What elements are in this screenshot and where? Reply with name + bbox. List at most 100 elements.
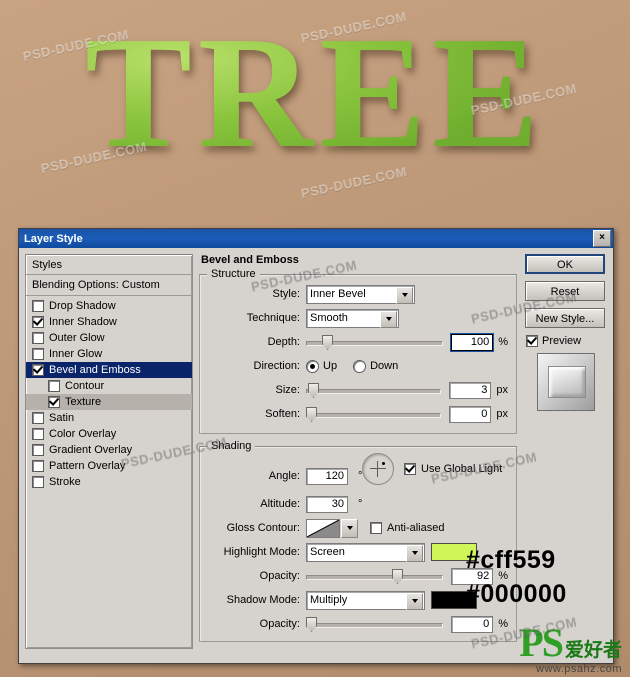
effects-list: Drop Shadow Inner Shadow Outer Glow Inne… — [26, 296, 192, 490]
altitude-input[interactable]: 30 — [306, 495, 348, 513]
preview-checkbox[interactable] — [526, 335, 538, 347]
slider-thumb[interactable] — [322, 335, 333, 350]
angle-dial[interactable] — [362, 453, 394, 485]
effect-stroke[interactable]: Stroke — [26, 474, 192, 490]
slider-track — [306, 575, 444, 580]
ok-button[interactable]: OK — [525, 254, 605, 274]
dialog-buttons: OK Reset New Style... Preview — [525, 254, 607, 411]
slider-thumb[interactable] — [308, 383, 319, 398]
checkbox-icon[interactable] — [32, 332, 44, 344]
dialog-title: Layer Style — [24, 232, 83, 245]
soften-label: Soften: — [265, 408, 300, 420]
depth-slider[interactable] — [306, 335, 444, 350]
direction-down-label: Down — [370, 360, 399, 372]
chevron-down-icon[interactable] — [406, 544, 423, 562]
checkbox-icon[interactable] — [32, 444, 44, 456]
brand-line: PS 爱好者 — [519, 623, 622, 663]
soften-input[interactable]: 0 — [449, 405, 492, 423]
checkbox-icon[interactable] — [48, 380, 60, 392]
checkbox-icon[interactable] — [32, 348, 44, 360]
effect-contour[interactable]: Contour — [26, 378, 192, 394]
effect-outer-glow[interactable]: Outer Glow — [26, 330, 192, 346]
altitude-label: Altitude: — [260, 498, 300, 510]
effect-bevel-and-emboss[interactable]: Bevel and Emboss — [26, 362, 192, 378]
soften-slider[interactable] — [306, 407, 442, 422]
checkbox-icon[interactable] — [32, 316, 44, 328]
shadow-opacity-input[interactable]: 0 — [451, 615, 494, 633]
slider-thumb[interactable] — [392, 569, 403, 584]
highlight-color-code: #cff559 — [466, 546, 556, 574]
effect-label: Drop Shadow — [49, 300, 116, 312]
direction-label: Direction: — [253, 360, 300, 372]
checkbox-icon[interactable] — [32, 364, 44, 376]
use-global-light-label: Use Global Light — [421, 463, 503, 475]
highlight-opacity-row: Opacity: 92 % — [208, 567, 508, 585]
technique-label: Technique: — [246, 312, 300, 324]
effect-color-overlay[interactable]: Color Overlay — [26, 426, 192, 442]
style-select[interactable]: Inner Bevel — [306, 284, 415, 304]
depth-label: Depth: — [267, 336, 300, 348]
checkbox-icon[interactable] — [32, 428, 44, 440]
checkbox-icon[interactable] — [48, 396, 60, 408]
size-input[interactable]: 3 — [449, 381, 492, 399]
effect-texture[interactable]: Texture — [26, 394, 192, 410]
slider-track — [306, 623, 444, 628]
dial-cross-v — [377, 461, 378, 477]
shadow-color-code: #000000 — [466, 579, 567, 608]
effect-label: Bevel and Emboss — [49, 364, 141, 376]
tree-text: TREE — [85, 3, 545, 181]
gloss-contour-picker[interactable] — [306, 518, 358, 538]
effect-label: Texture — [65, 396, 102, 408]
shadow-mode-row: Shadow Mode: Multiply — [208, 590, 508, 610]
contour-thumbnail-icon[interactable] — [306, 518, 340, 538]
new-style-button[interactable]: New Style... — [525, 308, 605, 328]
reset-button[interactable]: Reset — [525, 281, 605, 301]
chevron-down-icon[interactable] — [380, 310, 397, 328]
highlight-opacity-slider[interactable] — [306, 569, 444, 584]
dial-cross-h — [370, 468, 386, 469]
chevron-down-icon[interactable] — [406, 592, 423, 610]
chevron-down-icon[interactable] — [341, 518, 358, 538]
styles-header[interactable]: Styles — [26, 255, 192, 275]
depth-input[interactable]: 100 — [450, 332, 495, 352]
direction-down-radio[interactable] — [353, 359, 367, 373]
shadow-opacity-unit: % — [498, 618, 508, 630]
use-global-light-checkbox[interactable] — [404, 463, 416, 475]
checkbox-icon[interactable] — [32, 460, 44, 472]
soften-unit: px — [496, 408, 508, 420]
checkbox-icon[interactable] — [32, 412, 44, 424]
style-label: Style: — [272, 288, 300, 300]
effect-inner-shadow[interactable]: Inner Shadow — [26, 314, 192, 330]
shadow-opacity-row: Opacity: 0 % — [208, 615, 508, 633]
effect-drop-shadow[interactable]: Drop Shadow — [26, 298, 192, 314]
shadow-mode-select[interactable]: Multiply — [306, 590, 425, 610]
shadow-opacity-slider[interactable] — [306, 617, 444, 632]
effect-label: Pattern Overlay — [49, 460, 126, 472]
effect-label: Inner Glow — [49, 348, 103, 360]
anti-aliased-checkbox[interactable] — [370, 522, 382, 534]
styles-panel: Styles Blending Options: Custom Drop Sha… — [25, 254, 193, 649]
brand-ps: PS — [519, 620, 564, 665]
gloss-contour-label: Gloss Contour: — [226, 522, 300, 534]
slider-thumb[interactable] — [306, 617, 317, 632]
dial-handle[interactable] — [382, 462, 385, 465]
size-slider[interactable] — [306, 383, 442, 398]
highlight-mode-row: Highlight Mode: Screen — [208, 542, 508, 562]
blending-options-row[interactable]: Blending Options: Custom — [26, 275, 192, 296]
chevron-down-icon[interactable] — [396, 286, 413, 304]
effect-gradient-overlay[interactable]: Gradient Overlay — [26, 442, 192, 458]
checkbox-icon[interactable] — [32, 476, 44, 488]
effect-pattern-overlay[interactable]: Pattern Overlay — [26, 458, 192, 474]
direction-up-radio[interactable] — [306, 359, 319, 373]
effect-satin[interactable]: Satin — [26, 410, 192, 426]
preview-chip — [548, 366, 586, 398]
technique-select[interactable]: Smooth — [306, 308, 399, 328]
highlight-mode-select[interactable]: Screen — [306, 542, 425, 562]
gloss-contour-row: Gloss Contour: Anti-aliased — [208, 518, 508, 538]
close-icon[interactable]: × — [593, 230, 611, 247]
slider-track — [306, 413, 442, 418]
checkbox-icon[interactable] — [32, 300, 44, 312]
effect-inner-glow[interactable]: Inner Glow — [26, 346, 192, 362]
slider-thumb[interactable] — [306, 407, 317, 422]
size-unit: px — [496, 384, 508, 396]
